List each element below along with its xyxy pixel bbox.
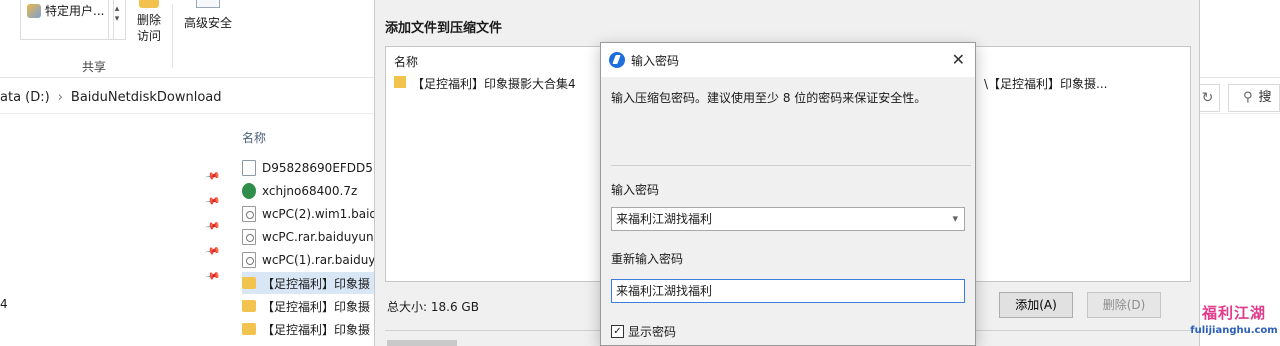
file-icon — [242, 229, 256, 245]
file-name: 【足控福利】印象摄 — [262, 322, 371, 337]
column-header-name[interactable]: 名称 — [242, 129, 266, 146]
breadcrumb[interactable]: ata (D:) › BaiduNetdiskDownload — [0, 90, 222, 105]
list-item-name: 【足控福利】印象摄影大合集4 — [412, 77, 576, 91]
confirm-password-field[interactable]: 来福利江湖找福利 — [611, 279, 965, 303]
add-button[interactable]: 添加(A) — [999, 292, 1073, 318]
pin-icon: 📌 — [203, 193, 221, 210]
dialog-title: 添加文件到压缩文件 — [385, 21, 503, 36]
list-item-path: \【足控福利】印象摄... — [984, 77, 1108, 91]
show-password-checkbox[interactable]: ✓ 显示密码 — [611, 323, 676, 340]
password-description: 输入压缩包密码。建议使用至少 8 位的密码来保证安全性。 — [611, 91, 927, 105]
share-group-label: 共享 — [82, 60, 107, 74]
folder-icon — [242, 300, 256, 312]
password-label: 输入密码 — [611, 183, 660, 197]
folder-icon — [394, 76, 406, 88]
chevron-up-icon: ▴ — [114, 4, 120, 14]
lock-icon — [139, 0, 159, 8]
file-icon — [242, 206, 256, 222]
password-value: 来福利江湖找福利 — [616, 212, 713, 226]
confirm-password-label: 重新输入密码 — [611, 252, 684, 266]
users-icon — [27, 3, 41, 18]
file-name: wcPC(1).rar.baiduy — [262, 253, 376, 267]
remove-button[interactable]: 删除(D) — [1087, 292, 1161, 318]
refresh-icon: ↻ — [1201, 90, 1214, 106]
list-header-name[interactable]: 名称 — [394, 53, 418, 70]
password-dialog-titlebar: 输入密码 ✕ — [601, 43, 975, 77]
remove-access-label-1: 删除 — [136, 13, 161, 27]
search-icon: ⚲ — [1243, 90, 1253, 105]
remove-access-label-2: 访问 — [136, 29, 161, 43]
advanced-security-label: 高级安全 — [183, 16, 232, 30]
file-row[interactable]: wcPC(1).rar.baiduy — [242, 249, 377, 271]
pin-icon: 📌 — [203, 243, 221, 260]
chevron-down-icon: ▾ — [114, 14, 120, 24]
breadcrumb-folder[interactable]: BaiduNetdiskDownload — [71, 90, 222, 105]
password-dialog-title: 输入密码 — [631, 53, 680, 68]
watermark-logo: 福利江湖 fulijianghu.com — [1188, 302, 1280, 346]
archive-7z-icon — [242, 183, 256, 199]
share-with-label: 特定用户... — [45, 4, 105, 18]
app-logo-icon — [609, 52, 625, 68]
remove-access-button[interactable]: 删除 访问 — [131, 0, 167, 44]
file-name: D95828690EFDD5 — [262, 161, 373, 175]
total-size: 总大小: 18.6 GB — [387, 300, 479, 314]
ribbon-divider — [172, 4, 173, 68]
document-icon — [242, 160, 256, 176]
file-row[interactable]: 【足控福利】印象摄 — [242, 272, 377, 294]
list-item[interactable]: 【足控福利】印象摄影大合集4 — [394, 75, 576, 92]
pin-icon: 📌 — [203, 268, 221, 285]
chevron-right-icon: › — [57, 90, 63, 105]
divider — [611, 165, 971, 166]
dropdown-scroll-button[interactable]: ▴ ▾ — [108, 0, 126, 40]
advanced-security-button[interactable]: 高级安全 — [179, 0, 237, 31]
watermark-title: 福利江湖 — [1201, 304, 1266, 322]
watermark-url: fulijianghu.com — [1190, 325, 1278, 336]
search-box[interactable]: ⚲ 搜 — [1228, 84, 1280, 112]
file-row[interactable]: wcPC(2).wim1.baid — [242, 203, 377, 225]
option-label-fragment — [387, 340, 457, 346]
security-icon — [196, 0, 220, 8]
password-dialog: 输入密码 ✕ 输入压缩包密码。建议使用至少 8 位的密码来保证安全性。 输入密码… — [600, 42, 976, 346]
nav-pane-fragment: 4 — [0, 297, 8, 311]
file-row[interactable]: wcPC.rar.baiduyun — [242, 226, 377, 248]
folder-icon — [242, 323, 256, 335]
file-name: wcPC(2).wim1.baid — [262, 207, 377, 221]
pin-icon: 📌 — [203, 218, 221, 235]
folder-icon — [242, 277, 256, 289]
file-name: 【足控福利】印象摄 — [262, 276, 371, 291]
chevron-down-icon[interactable]: ▾ — [952, 208, 958, 230]
password-field[interactable]: 来福利江湖找福利 ▾ — [611, 207, 965, 231]
file-name: 【足控福利】印象摄 — [262, 299, 371, 314]
file-row[interactable]: D95828690EFDD5 — [242, 157, 377, 179]
file-row[interactable]: 【足控福利】印象摄 — [242, 318, 377, 340]
file-row[interactable]: 【足控福利】印象摄 — [242, 295, 377, 317]
search-placeholder: 搜 — [1258, 90, 1272, 105]
file-name: wcPC.rar.baiduyun — [262, 230, 374, 244]
checkbox-check-icon[interactable]: ✓ — [611, 325, 624, 338]
breadcrumb-drive[interactable]: ata (D:) — [0, 90, 50, 105]
file-icon — [242, 252, 256, 268]
share-with-dropdown[interactable]: 特定用户... — [20, 0, 114, 40]
file-name: xchjno68400.7z — [262, 184, 358, 198]
show-password-label: 显示密码 — [628, 325, 677, 339]
close-icon[interactable]: ✕ — [952, 50, 965, 69]
confirm-password-value: 来福利江湖找福利 — [616, 284, 713, 298]
file-row[interactable]: xchjno68400.7z — [242, 180, 377, 202]
pin-icon: 📌 — [203, 168, 221, 185]
